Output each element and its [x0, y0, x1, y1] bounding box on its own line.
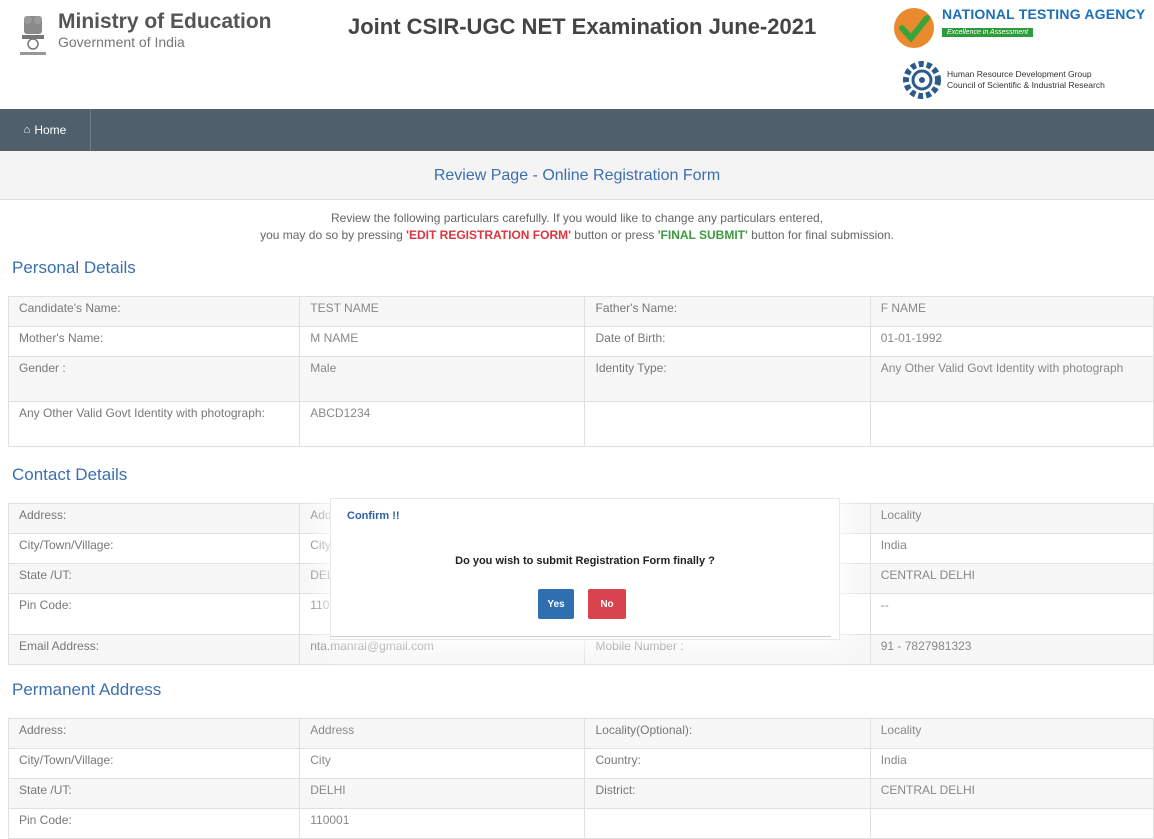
confirm-dialog: Confirm !! Do you wish to submit Registr…	[330, 498, 840, 640]
yes-button[interactable]: Yes	[538, 589, 574, 619]
edit-form-mention: 'EDIT REGISTRATION FORM'	[406, 228, 571, 242]
instruction-line-1: Review the following particulars careful…	[330, 211, 824, 225]
field-label: District:	[584, 778, 871, 809]
field-label: Gender :	[7, 356, 301, 402]
field-label: Any Other Valid Govt Identity with photo…	[7, 401, 301, 447]
field-label	[584, 808, 871, 839]
field-value: ABCD1234	[299, 401, 586, 447]
personal-details-table: Candidate's Name: TEST NAME Father's Name:…	[7, 296, 1154, 447]
no-button[interactable]: No	[588, 589, 626, 619]
personal-details-heading: Personal Details	[12, 258, 136, 277]
field-label: Date of Birth:	[584, 326, 871, 357]
table-row: Any Other Valid Govt Identity with photo…	[7, 401, 1154, 447]
field-value: Address	[299, 718, 586, 749]
ministry-block: Ministry of Education Government of Indi…	[14, 10, 272, 60]
field-value: CENTRAL DELHI	[869, 778, 1154, 809]
permanent-address-heading: Permanent Address	[12, 680, 162, 699]
field-label: Father's Name:	[584, 296, 871, 327]
csir-gear-icon	[903, 61, 941, 99]
field-value	[869, 808, 1154, 839]
field-value: 91 - 7827981323	[869, 634, 1154, 665]
instruction-line-2: you may do so by pressing 'EDIT REGISTRA…	[0, 227, 1154, 244]
nta-logo-icon	[894, 8, 934, 48]
nta-title: NATIONAL TESTING AGENCY	[942, 6, 1146, 22]
nav-home-label: Home	[34, 123, 67, 137]
field-value: Any Other Valid Govt Identity with photo…	[869, 356, 1154, 402]
field-label: Address:	[7, 503, 301, 534]
field-label: Mother's Name:	[7, 326, 301, 357]
field-value: India	[869, 533, 1154, 564]
nta-tagline: Excellence in Assessment	[942, 28, 1034, 37]
field-value: DELHI	[299, 778, 586, 809]
hrdg-block: Human Resource Development Group Council…	[900, 58, 1105, 102]
national-emblem-icon	[20, 16, 46, 55]
dialog-divider	[331, 636, 831, 637]
field-label: Locality(Optional):	[584, 718, 871, 749]
field-value: Locality	[869, 718, 1154, 749]
instruction-text: you may do so by pressing	[260, 228, 407, 242]
field-label: Candidate's Name:	[7, 296, 301, 327]
field-value: TEST NAME	[299, 296, 586, 327]
field-value: Locality	[869, 503, 1154, 534]
table-row: Pin Code: 110001	[7, 808, 1154, 839]
instruction-text: button for final submission.	[747, 228, 894, 242]
table-row: State /UT: DELHI District: CENTRAL DELHI	[7, 778, 1154, 809]
ministry-subtitle: Government of India	[58, 34, 185, 50]
contact-details-heading: Contact Details	[12, 465, 128, 484]
ministry-title: Ministry of Education	[58, 10, 272, 33]
hrdg-line-2: Council of Scientific & Industrial Resea…	[947, 80, 1105, 90]
field-value: India	[869, 748, 1154, 779]
field-value	[869, 401, 1154, 447]
field-value: --	[869, 593, 1154, 635]
permanent-address-table: Address: Address Locality(Optional): Locali…	[7, 718, 1154, 839]
field-label: State /UT:	[7, 563, 301, 594]
field-label: Email Address:	[7, 634, 301, 665]
table-row: Mother's Name: M NAME Date of Birth: 01-01-…	[7, 326, 1154, 357]
hrdg-line-1: Human Resource Development Group	[947, 69, 1092, 79]
field-value: F NAME	[869, 296, 1154, 327]
final-submit-mention: 'FINAL SUBMIT'	[657, 228, 748, 242]
review-instructions: Review the following particulars careful…	[0, 210, 1154, 244]
dialog-title: Confirm !!	[347, 510, 400, 522]
page-header: Ministry of Education Government of Indi…	[0, 0, 1154, 109]
field-label: Identity Type:	[584, 356, 871, 402]
exam-title: Joint CSIR-UGC NET Examination June-2021	[348, 14, 817, 39]
field-value: Male	[299, 356, 586, 402]
field-label: Address:	[7, 718, 301, 749]
field-label: Pin Code:	[7, 593, 301, 635]
table-row: City/Town/Village: City Country: India	[7, 748, 1154, 779]
field-value: CENTRAL DELHI	[869, 563, 1154, 594]
home-icon: ⌂	[23, 124, 31, 136]
table-row: Address: Address Locality(Optional): Locali…	[7, 718, 1154, 749]
field-label: City/Town/Village:	[7, 533, 301, 564]
table-row: Candidate's Name: TEST NAME Father's Name:…	[7, 296, 1154, 327]
nav-home-link[interactable]: ⌂ Home	[0, 109, 91, 151]
review-page-title: Review Page - Online Registration Form	[433, 167, 721, 184]
field-value: City	[299, 748, 586, 779]
field-label: State /UT:	[7, 778, 301, 809]
field-value: M NAME	[299, 326, 586, 357]
dialog-message: Do you wish to submit Registration Form …	[455, 555, 715, 567]
main-navbar: ⌂ Home	[0, 109, 1154, 151]
field-value: 110001	[299, 808, 586, 839]
field-value: 01-01-1992	[869, 326, 1154, 357]
table-row: Gender : Male Identity Type: Any Other Vali…	[7, 356, 1154, 402]
field-label: City/Town/Village:	[7, 748, 301, 779]
field-label: Pin Code:	[7, 808, 301, 839]
field-label	[584, 401, 871, 447]
nta-block: NATIONAL TESTING AGENCY Excellence in As…	[892, 6, 1145, 50]
field-label: Country:	[584, 748, 871, 779]
instruction-text: button or press	[570, 228, 658, 242]
